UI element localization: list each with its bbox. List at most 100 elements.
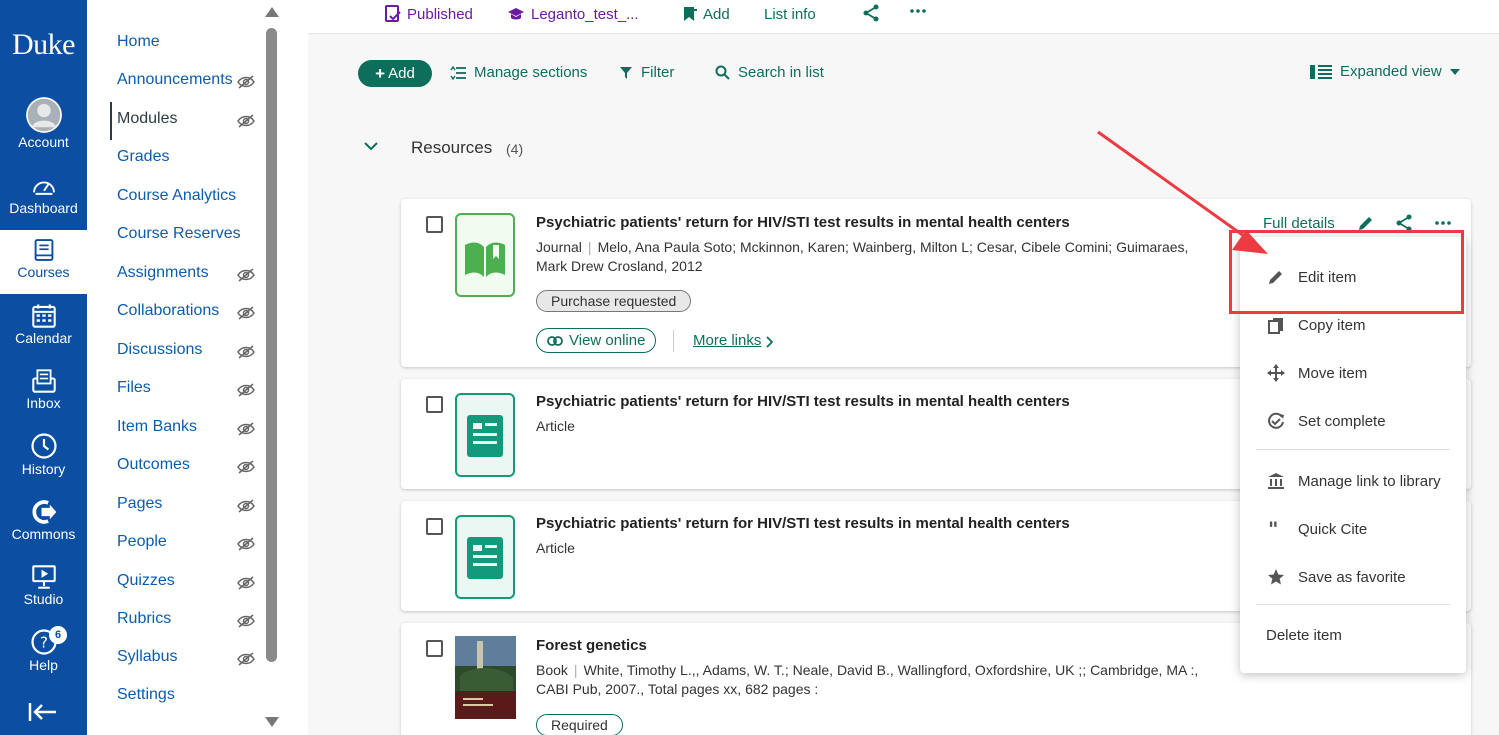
resource-authors: White, Timothy L.,, Adams, W. T.; Neale,… (583, 662, 1199, 678)
more-options-icon[interactable] (910, 8, 926, 14)
duke-logo[interactable]: Duke (0, 28, 87, 62)
nav-commons[interactable]: Commons (0, 494, 87, 558)
resource-title[interactable]: Psychiatric patients' return for HIV/STI… (536, 214, 1070, 231)
nav-inbox[interactable]: Inbox (0, 363, 87, 427)
resource-title[interactable]: Forest genetics (536, 637, 647, 654)
nav-help-label: Help (29, 657, 58, 673)
hidden-eye-icon (237, 652, 255, 666)
list-info-link[interactable]: List info (764, 4, 816, 24)
section-count: (4) (506, 141, 524, 157)
menu-separator (1256, 449, 1450, 450)
course-nav-item[interactable]: Pages (117, 495, 162, 519)
share-icon[interactable] (862, 4, 880, 22)
list-toolbar: + Add Manage sections Filter Search in l… (308, 58, 1499, 90)
complete-icon (1268, 412, 1284, 429)
menu-set-complete[interactable]: Set complete (1240, 401, 1466, 441)
course-nav-item[interactable]: Syllabus (117, 648, 177, 672)
nav-studio[interactable]: Studio (0, 559, 87, 623)
resource-title[interactable]: Psychiatric patients' return for HIV/STI… (536, 515, 1070, 532)
more-links[interactable]: More links (693, 332, 761, 349)
top-add-button[interactable]: Add (683, 4, 730, 24)
course-nav-item[interactable]: Files (117, 379, 151, 403)
menu-manage-library-link[interactable]: Manage link to library (1240, 461, 1466, 501)
course-nav-item[interactable]: Course Reserves (117, 225, 241, 249)
menu-separator (1256, 604, 1450, 605)
collapse-icon[interactable] (28, 702, 58, 722)
course-nav-item[interactable]: Item Banks (117, 418, 197, 442)
chevron-right-icon (766, 336, 773, 348)
journal-thumbnail[interactable] (455, 213, 515, 297)
menu-delete-item[interactable]: Delete item (1240, 615, 1466, 655)
published-icon (385, 5, 401, 22)
course-nav-item[interactable]: People (117, 533, 167, 557)
course-nav-item[interactable]: Settings (117, 686, 175, 710)
search-in-list-button[interactable]: Search in list (715, 64, 824, 81)
item-checkbox[interactable] (426, 396, 443, 413)
resource-meta: Journal | Melo, Ana Paula Soto; Mckinnon, … (536, 239, 1189, 274)
published-status[interactable]: Published (385, 4, 473, 24)
resource-title[interactable]: Psychiatric patients' return for HIV/STI… (536, 393, 1070, 410)
resource-type: Journal (536, 239, 582, 255)
link-icon (547, 335, 563, 346)
article-thumbnail[interactable] (455, 393, 515, 477)
filter-button[interactable]: Filter (619, 64, 674, 81)
course-nav-item[interactable]: Assignments (117, 264, 209, 288)
plus-icon: + (375, 63, 386, 83)
course-nav-item[interactable]: Discussions (117, 341, 202, 365)
menu-label: Quick Cite (1298, 520, 1368, 538)
hidden-eye-icon (237, 268, 255, 282)
nav-courses-label: Courses (17, 264, 70, 280)
scroll-up-icon[interactable] (264, 6, 280, 18)
resource-type: Article (536, 540, 575, 556)
course-nav-item[interactable]: Rubrics (117, 610, 171, 634)
nav-history[interactable]: History (0, 428, 87, 492)
nav-help[interactable]: ? 6 Help (0, 624, 87, 688)
book-cover-image[interactable] (455, 636, 516, 719)
add-button[interactable]: + Add (358, 60, 432, 87)
course-nav-item[interactable]: Collaborations (117, 302, 219, 326)
view-online-button[interactable]: View online (536, 328, 657, 353)
course-nav-scrollbar[interactable] (262, 0, 282, 735)
menu-label: Manage link to library (1298, 472, 1441, 490)
list-name[interactable]: Leganto_test_... (507, 4, 639, 24)
course-nav-item[interactable]: Quizzes (117, 572, 175, 596)
scrollbar-thumb[interactable] (266, 28, 277, 662)
scroll-down-icon[interactable] (264, 716, 280, 728)
course-nav-item[interactable]: Grades (117, 148, 169, 172)
section-collapse-icon[interactable] (364, 141, 378, 151)
course-nav: Home Announcements Modules Grades Course Ana… (87, 0, 282, 735)
course-nav-item[interactable]: Modules (117, 110, 177, 134)
course-nav-item[interactable]: Home (117, 33, 160, 57)
menu-save-favorite[interactable]: Save as favorite (1240, 557, 1466, 597)
menu-move-item[interactable]: Move item (1240, 353, 1466, 393)
item-checkbox[interactable] (426, 518, 443, 535)
top-add-label: Add (703, 5, 730, 23)
open-book-icon (465, 242, 505, 277)
item-checkbox[interactable] (426, 216, 443, 233)
view-selector[interactable]: Expanded view (1310, 63, 1460, 80)
full-details-link[interactable]: Full details (1263, 215, 1335, 232)
quote-icon: " (1268, 520, 1278, 538)
bookmark-add-icon (684, 7, 697, 21)
resource-authors-cont: CABI Pub, 2007., Total pages xx, 682 pag… (536, 681, 819, 697)
section-title: Resources (411, 138, 493, 157)
filter-icon (620, 66, 632, 79)
manage-sections-label: Manage sections (474, 64, 588, 81)
nav-dashboard[interactable]: Dashboard (0, 168, 87, 232)
menu-quick-cite[interactable]: " Quick Cite (1240, 509, 1466, 549)
more-options-icon[interactable] (1434, 220, 1451, 226)
book-icon (34, 239, 53, 261)
nav-account[interactable]: Account (0, 94, 87, 158)
move-icon (1267, 364, 1285, 382)
manage-sections-button[interactable]: Manage sections (450, 64, 587, 81)
article-thumbnail[interactable] (455, 515, 515, 599)
course-nav-item[interactable]: Course Analytics (117, 187, 236, 211)
course-nav-item[interactable]: Announcements (117, 71, 233, 95)
item-checkbox[interactable] (426, 640, 443, 657)
nav-courses[interactable]: Courses (0, 230, 87, 294)
nav-calendar[interactable]: Calendar (0, 298, 87, 362)
svg-text:?: ? (40, 633, 48, 651)
course-nav-item[interactable]: Outcomes (117, 456, 190, 480)
resource-meta: Book | White, Timothy L.,, Adams, W. T.; N… (536, 662, 1199, 697)
resource-authors: Melo, Ana Paula Soto; Mckinnon, Karen; W… (597, 239, 1189, 255)
